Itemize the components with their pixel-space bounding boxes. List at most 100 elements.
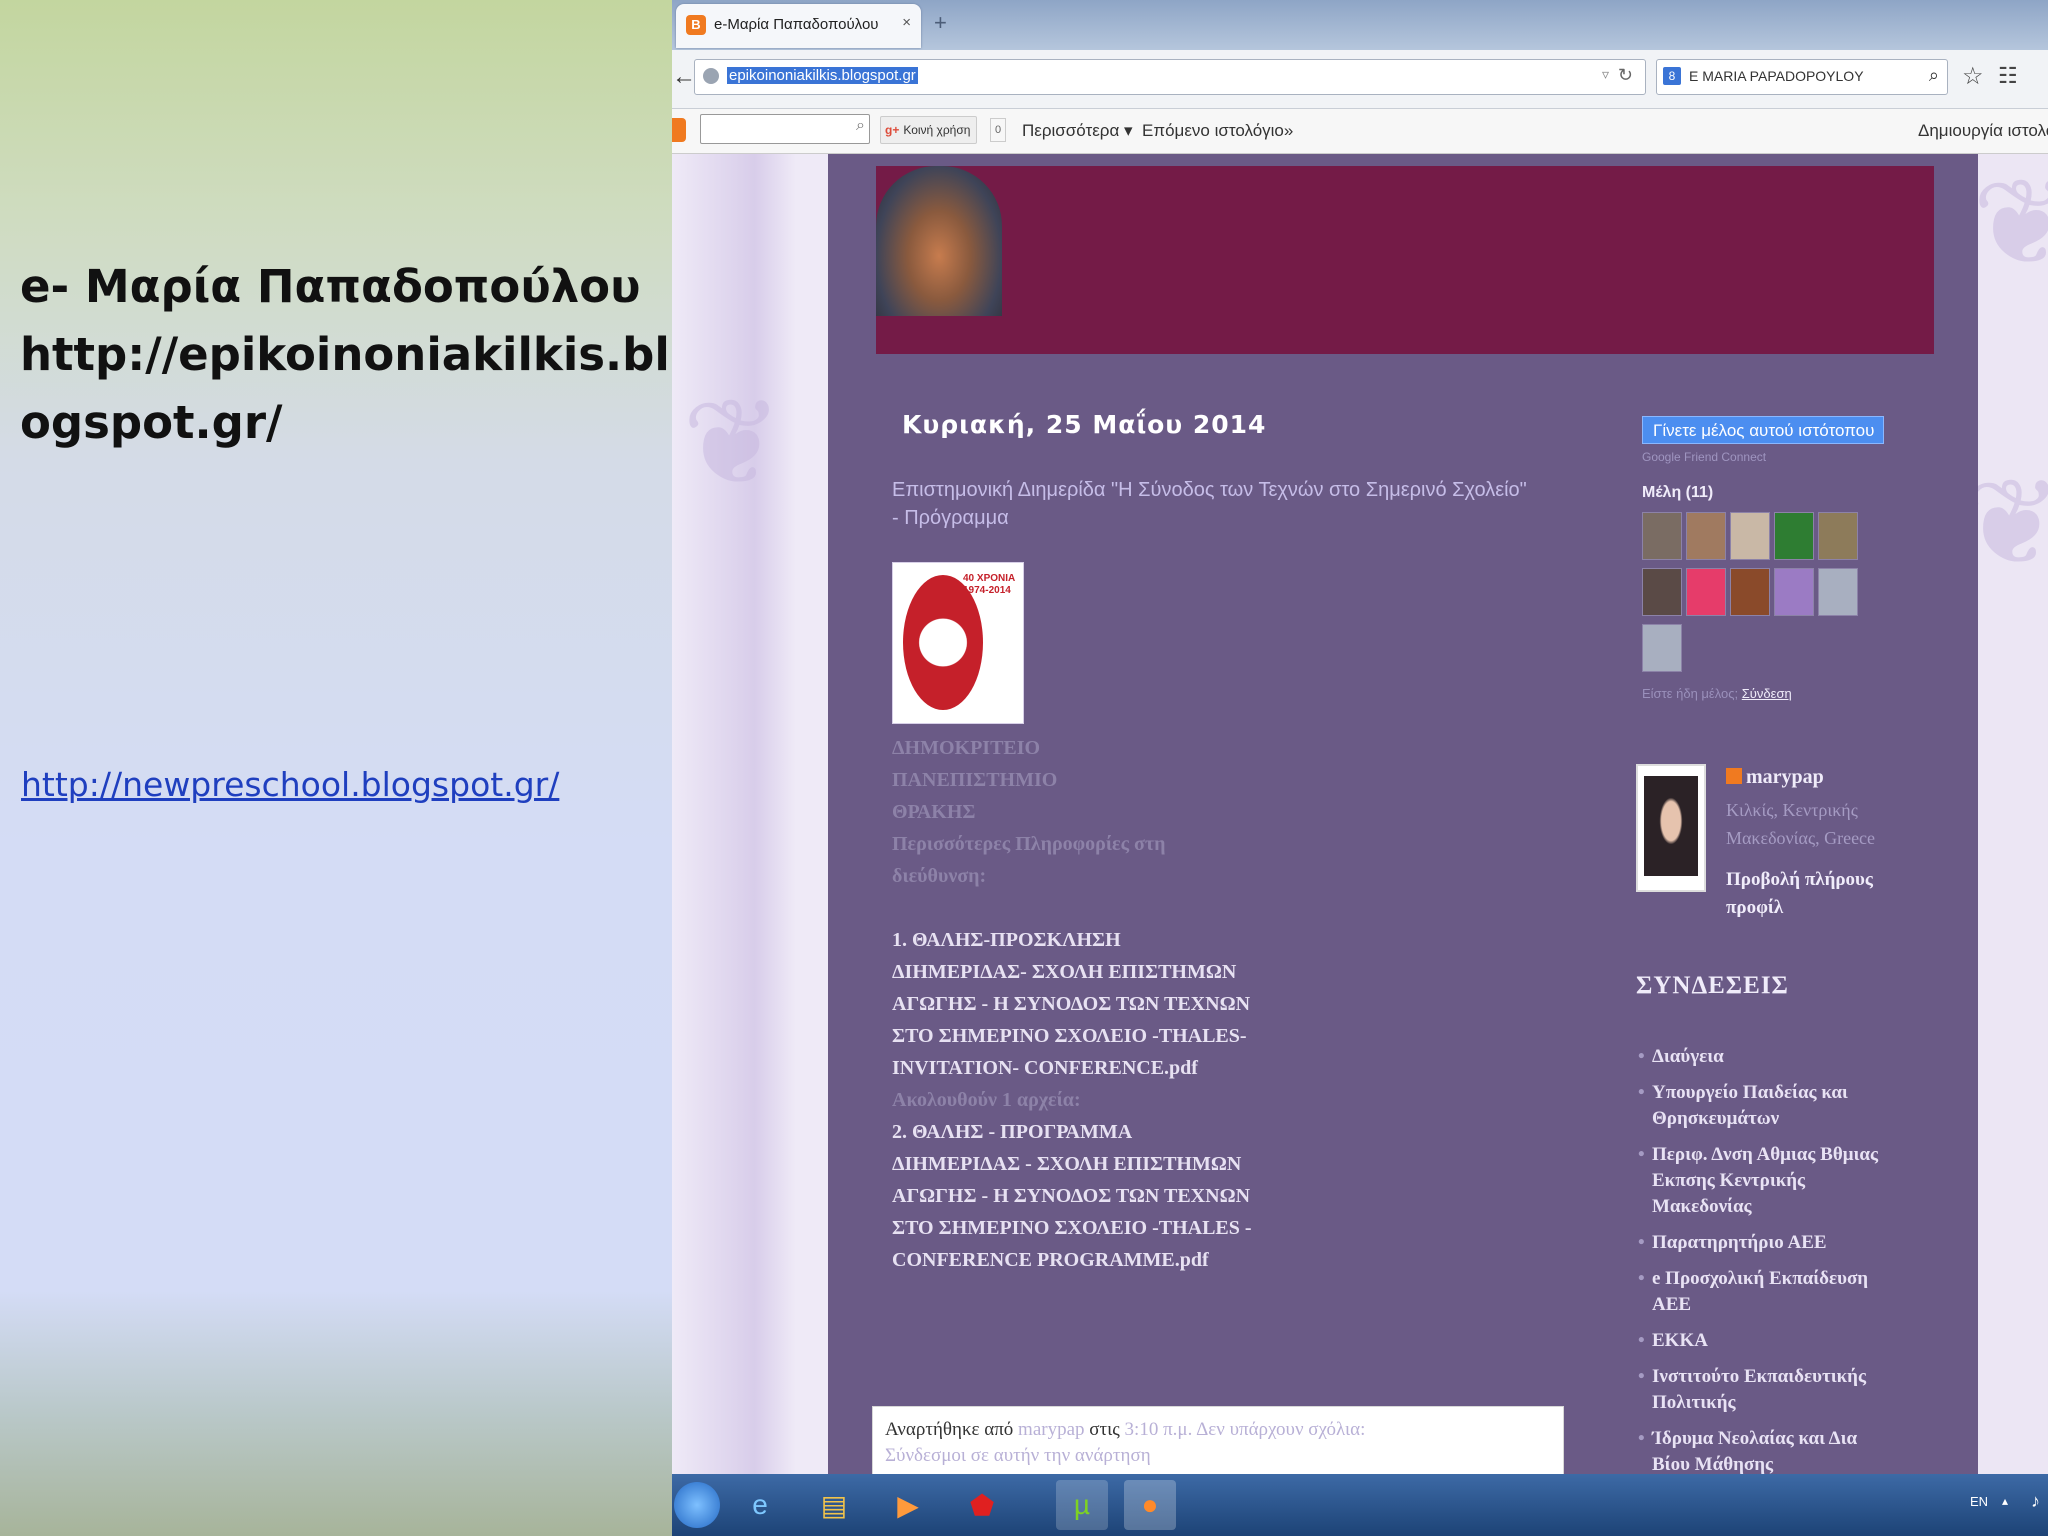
navigation-bar: ← epikoinoniakilkis.blogspot.gr ▿ ↻ 8 E …: [672, 50, 2048, 109]
member-avatar[interactable]: [1686, 568, 1726, 616]
sidebar-link[interactable]: Διαύγεια: [1636, 1044, 1886, 1070]
media-player-icon[interactable]: ▶: [882, 1480, 934, 1530]
url-text[interactable]: epikoinoniakilkis.blogspot.gr: [727, 67, 918, 84]
pdf-link-line[interactable]: ΔΙΗΜΕΡΙΔΑΣ- ΣΧΟΛΗ ΕΠΙΣΤΗΜΩΝ: [892, 956, 1312, 988]
next-blog-link[interactable]: Επόμενο ιστολόγιο»: [1142, 121, 1293, 141]
share-count: 0: [990, 118, 1006, 142]
blog-search-input[interactable]: ⌕: [700, 114, 870, 144]
member-avatar[interactable]: [1818, 568, 1858, 616]
sidebar-link[interactable]: e Προσχολική Εκπαίδευση ΑΕΕ: [1636, 1266, 1886, 1318]
more-menu[interactable]: Περισσότερα ▾: [1022, 121, 1133, 141]
url-dropdown-icon[interactable]: ▿: [1602, 66, 1609, 83]
gplus-share-button[interactable]: g+ Κοινή χρήση: [880, 116, 978, 144]
sidebar-link[interactable]: Υπουργείο Παιδείας και Θρησκευμάτων: [1636, 1080, 1886, 1132]
firefox-icon[interactable]: ●: [1124, 1480, 1176, 1530]
create-blog-link[interactable]: Δημιουργία ιστολογίου: [1918, 121, 2048, 141]
links-list: Διαύγεια Υπουργείο Παιδείας και Θρησκευμ…: [1636, 1044, 1886, 1474]
newpreschool-link[interactable]: http://newpreschool.blogspot.gr/: [21, 765, 559, 804]
member-avatar[interactable]: [1642, 624, 1682, 672]
slide-title-line: http://epikoinoniakilkis.bl: [20, 328, 670, 381]
search-engine-icon[interactable]: 8: [1663, 67, 1681, 85]
member-avatar[interactable]: [1642, 568, 1682, 616]
member-avatar[interactable]: [1818, 512, 1858, 560]
comments-link[interactable]: Δεν υπάρχουν σχόλια:: [1196, 1419, 1365, 1440]
tab-title: e-Μαρία Παπαδοπούλου: [714, 16, 879, 33]
profile-location: Κιλκίς, Κεντρικής Μακεδονίας, Greece: [1726, 800, 1876, 848]
post-text: Περισσότερες Πληροφορίες στη: [892, 833, 1166, 855]
pdf-link-line[interactable]: ΔΙΗΜΕΡΙΔΑΣ - ΣΧΟΛΗ ΕΠΙΣΤΗΜΩΝ: [892, 1148, 1312, 1180]
search-bar[interactable]: 8 E MARIA PAPADOPOYLOY ⌕: [1656, 59, 1948, 95]
language-indicator[interactable]: EN: [1970, 1494, 1988, 1509]
post-text: ΔΗΜΟΚΡΙΤΕΙΟ: [892, 737, 1041, 759]
blogger-navbar: ⌕ g+ Κοινή χρήση 0 Περισσότερα ▾ Επόμενο …: [672, 109, 2048, 154]
post-links-line[interactable]: Σύνδεσμοι σε αυτήν την ανάρτηση: [885, 1445, 1151, 1467]
profile-name[interactable]: marypap: [1746, 766, 1824, 788]
reload-icon[interactable]: ↻: [1618, 65, 1633, 86]
address-bar[interactable]: epikoinoniakilkis.blogspot.gr ▿ ↻: [694, 59, 1646, 95]
member-avatar[interactable]: [1642, 512, 1682, 560]
browser-window: B e-Μαρία Παπαδοπούλου × + ← epikoinonia…: [672, 0, 2048, 1536]
member-avatar[interactable]: [1774, 568, 1814, 616]
post-time-link[interactable]: 3:10 π.μ.: [1125, 1419, 1193, 1440]
blog-header: [876, 166, 1934, 354]
search-icon[interactable]: ⌕: [856, 117, 865, 135]
attachment-note: Ακολουθούν 1 αρχεία:: [892, 1089, 1081, 1111]
pdf-link-line[interactable]: ΣΤΟ ΣΗΜΕΡΙΝΟ ΣΧΟΛΕΙΟ -THALES-: [892, 1020, 1312, 1052]
windows-taskbar: e ▤ ▶ ⬟ µ ● EN ▴ ♪: [672, 1474, 2048, 1536]
pdf-link-line[interactable]: ΑΓΩΓΗΣ - Η ΣΥΝΟΔΟΣ ΤΩΝ ΤΕΧΝΩΝ: [892, 1180, 1312, 1212]
blogger-favicon-icon: B: [686, 15, 706, 35]
tab-close-icon[interactable]: ×: [902, 14, 911, 31]
tab-active[interactable]: B e-Μαρία Παπαδοπούλου ×: [676, 4, 921, 48]
university-logo-image[interactable]: 40 ΧΡΟΝΙΑ 1974-2014: [892, 562, 1024, 724]
member-avatar[interactable]: [1774, 512, 1814, 560]
site-identity-icon[interactable]: [703, 68, 719, 84]
sidebar-link[interactable]: Ινστιτούτο Εκπαιδευτικής Πολιτικής: [1636, 1364, 1886, 1416]
star-icon[interactable]: ☆: [1962, 62, 1984, 91]
adobe-reader-icon[interactable]: ⬟: [956, 1480, 1008, 1530]
new-tab-button[interactable]: +: [934, 10, 947, 36]
decorative-leaf-icon: ❦: [1972, 156, 2048, 290]
sidebar-link[interactable]: Περιφ. Δνση Αθμιας Βθμιας Εκπσης Κεντρικ…: [1636, 1142, 1886, 1220]
post-body: ΔΗΜΟΚΡΙΤΕΙΟ ΠΑΝΕΠΙΣΤΗΜΙΟ ΘΡΑΚΗΣ Περισσότ…: [892, 732, 1312, 1276]
sidebar-link[interactable]: Ίδρυμα Νεολαίας και Δια Βίου Μάθησης: [1636, 1426, 1886, 1474]
post-title-link[interactable]: Επιστημονική Διημερίδα "Η Σύνοδος των Τε…: [892, 476, 1532, 532]
blog-page: ❦ ❦ ❦ Κυριακή, 25 Μαΐου 2014 Επιστημονικ…: [672, 154, 2048, 1474]
member-avatar[interactable]: [1686, 512, 1726, 560]
signin-link[interactable]: Σύνδεση: [1742, 686, 1792, 701]
signin-line: Είστε ήδη μέλος; Σύνδεση: [1642, 686, 1792, 701]
view-full-profile-link[interactable]: Προβολή πλήρους προφίλ: [1726, 866, 1926, 922]
tray-arrow-icon[interactable]: ▴: [2002, 1494, 2008, 1508]
pdf-link-line[interactable]: ΑΓΩΓΗΣ - Η ΣΥΝΟΔΟΣ ΤΩΝ ΤΕΧΝΩΝ: [892, 988, 1312, 1020]
author-link[interactable]: marypap: [1018, 1419, 1084, 1440]
profile-name-link[interactable]: marypap: [1726, 766, 1824, 789]
pdf-link-line[interactable]: 2. ΘΑΛΗΣ - ΠΡΟΓΡΑΜΜΑ: [892, 1116, 1312, 1148]
pdf-link-line[interactable]: 1. ΘΑΛΗΣ-ΠΡΟΣΚΛΗΣΗ: [892, 924, 1312, 956]
pdf-link-2[interactable]: 2. ΘΑΛΗΣ - ΠΡΟΓΡΑΜΜΑ ΔΙΗΜΕΡΙΔΑΣ - ΣΧΟΛΗ …: [892, 1116, 1312, 1276]
search-input[interactable]: E MARIA PAPADOPOYLOY: [1689, 68, 1864, 84]
utorrent-icon[interactable]: µ: [1056, 1480, 1108, 1530]
search-icon[interactable]: ⌕: [1929, 65, 1939, 86]
internet-explorer-icon[interactable]: e: [734, 1480, 786, 1530]
follow-button[interactable]: Γίνετε μέλος αυτού ιστότοπου: [1642, 416, 1884, 444]
sidebar-link[interactable]: Παρατηρητήριο ΑΕΕ: [1636, 1230, 1886, 1256]
bookmarks-icon[interactable]: ☷: [1998, 63, 2018, 89]
pdf-link-line[interactable]: INVITATION- CONFERENCE.pdf: [892, 1052, 1312, 1084]
volume-icon[interactable]: ♪: [2031, 1491, 2040, 1512]
post-date: Κυριακή, 25 Μαΐου 2014: [902, 410, 1267, 439]
sidebar-link[interactable]: ΕΚΚΑ: [1636, 1328, 1886, 1354]
file-explorer-icon[interactable]: ▤: [808, 1480, 860, 1530]
pdf-link-1[interactable]: 1. ΘΑΛΗΣ-ΠΡΟΣΚΛΗΣΗ ΔΙΗΜΕΡΙΔΑΣ- ΣΧΟΛΗ ΕΠΙ…: [892, 924, 1312, 1084]
profile-face: [1644, 776, 1698, 876]
blogger-logo-icon[interactable]: [672, 118, 686, 142]
blogger-profile-icon: [1726, 768, 1742, 784]
member-avatar[interactable]: [1730, 568, 1770, 616]
slide-title: e- Μαρία Παπαδοπούλου http://epikoinonia…: [20, 253, 670, 457]
member-avatar[interactable]: [1730, 512, 1770, 560]
header-avatar-image[interactable]: [876, 166, 1002, 316]
pdf-link-line[interactable]: CONFERENCE PROGRAMME.pdf: [892, 1244, 1312, 1276]
windows-start-icon[interactable]: [674, 1482, 720, 1528]
post-text: διεύθυνση:: [892, 865, 987, 887]
profile-photo[interactable]: [1636, 764, 1706, 892]
pdf-link-line[interactable]: ΣΤΟ ΣΗΜΕΡΙΝΟ ΣΧΟΛΕΙΟ -THALES -: [892, 1212, 1312, 1244]
